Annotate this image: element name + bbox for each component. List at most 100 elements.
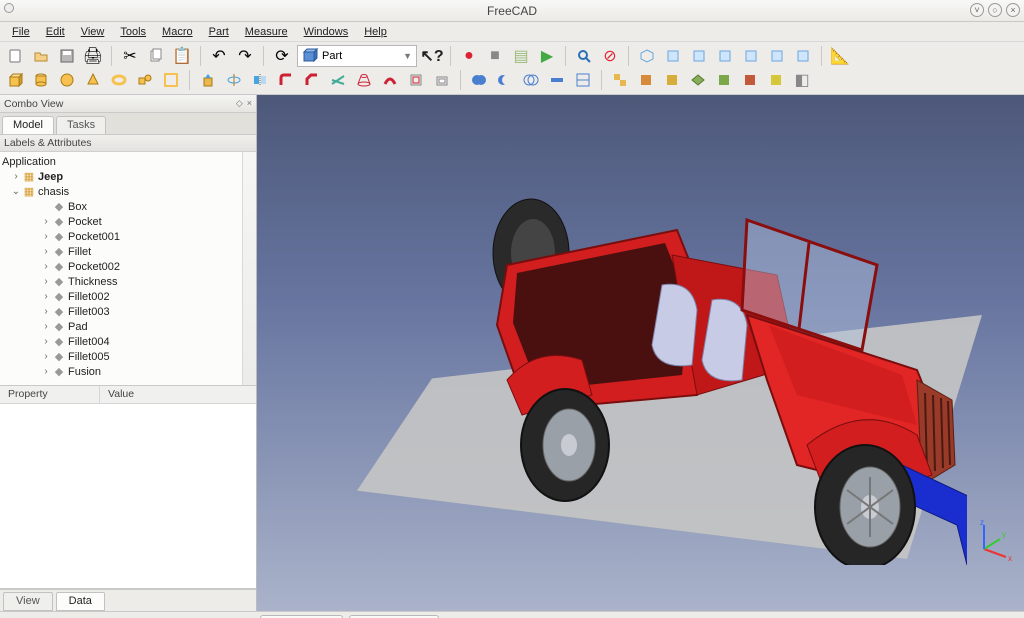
- tree-item[interactable]: ›◆Pocket001: [0, 229, 256, 244]
- view-top-icon[interactable]: [688, 45, 710, 67]
- boolean-fuse-icon[interactable]: [468, 69, 490, 91]
- import-icon[interactable]: [635, 69, 657, 91]
- 3d-viewport[interactable]: x y z: [257, 95, 1024, 611]
- appearance-icon[interactable]: ◧: [791, 69, 813, 91]
- tree-item[interactable]: ›◆Fillet005: [0, 349, 256, 364]
- menu-view[interactable]: View: [73, 26, 113, 38]
- model-tree[interactable]: Application ›▦Jeep ⌄▦chasis ◆Box ›◆Pocke…: [0, 152, 256, 386]
- print-icon[interactable]: 🖨: [82, 45, 104, 67]
- part-primitives-icon[interactable]: [134, 69, 156, 91]
- menu-measure[interactable]: Measure: [237, 26, 296, 38]
- part-box-icon[interactable]: [4, 69, 26, 91]
- boolean-cut-icon[interactable]: [494, 69, 516, 91]
- doc-tab-chasis[interactable]: ⬣ chasis : 1 ×: [349, 615, 439, 618]
- section-icon[interactable]: [546, 69, 568, 91]
- macro-play-icon[interactable]: ▶: [536, 45, 558, 67]
- tree-doc-chasis[interactable]: ⌄▦chasis: [0, 184, 256, 199]
- export-icon[interactable]: [661, 69, 683, 91]
- shape-from-mesh-icon[interactable]: [687, 69, 709, 91]
- copy-icon[interactable]: [145, 45, 167, 67]
- menu-edit[interactable]: Edit: [38, 26, 73, 38]
- property-grid[interactable]: [0, 404, 256, 589]
- measure-icon[interactable]: 📐: [829, 45, 851, 67]
- property-panel: Property Value View Data: [0, 386, 256, 611]
- panel-undock-icon[interactable]: ◇: [236, 98, 243, 109]
- tree-item[interactable]: ›◆Pad: [0, 319, 256, 334]
- view-right-icon[interactable]: [714, 45, 736, 67]
- thickness-icon[interactable]: [431, 69, 453, 91]
- part-torus-icon[interactable]: [108, 69, 130, 91]
- fillet-icon[interactable]: [275, 69, 297, 91]
- part-cone-icon[interactable]: [82, 69, 104, 91]
- extrude-icon[interactable]: [197, 69, 219, 91]
- help-icon[interactable]: ↖?: [421, 45, 443, 67]
- view-front-icon[interactable]: [662, 45, 684, 67]
- tree-item[interactable]: ›◆Pocket002: [0, 259, 256, 274]
- revolve-icon[interactable]: [223, 69, 245, 91]
- toolbars: 🖨 ✂ 📋 ↶ ↷ ⟳ Part ▼ ↖? ● ■ ▤ ▶ ⊘ 📐: [0, 42, 1024, 95]
- paste-icon[interactable]: 📋: [171, 45, 193, 67]
- tab-model[interactable]: Model: [2, 116, 54, 134]
- tree-item[interactable]: ›◆Fillet002: [0, 289, 256, 304]
- macro-list-icon[interactable]: ▤: [510, 45, 532, 67]
- tree-item[interactable]: ›◆Fillet003: [0, 304, 256, 319]
- check-geometry-icon[interactable]: [765, 69, 787, 91]
- tab-tasks[interactable]: Tasks: [56, 116, 106, 134]
- chamfer-icon[interactable]: [301, 69, 323, 91]
- close-button[interactable]: ×: [1006, 3, 1020, 17]
- tab-view[interactable]: View: [3, 592, 53, 611]
- new-icon[interactable]: [4, 45, 26, 67]
- fit-view-icon[interactable]: [573, 45, 595, 67]
- model-jeep: [447, 165, 967, 565]
- boolean-common-icon[interactable]: [520, 69, 542, 91]
- compound-icon[interactable]: [609, 69, 631, 91]
- menu-windows[interactable]: Windows: [296, 26, 357, 38]
- tree-item[interactable]: ›◆Fillet: [0, 244, 256, 259]
- tree-item[interactable]: ›◆Thickness: [0, 274, 256, 289]
- chevron-down-icon: ▼: [403, 51, 412, 61]
- tree-scrollbar[interactable]: [242, 152, 256, 385]
- cross-sections-icon[interactable]: [572, 69, 594, 91]
- tree-item[interactable]: ›◆Fillet004: [0, 334, 256, 349]
- labels-attributes-header: Labels & Attributes: [0, 135, 256, 152]
- part-builder-icon[interactable]: [160, 69, 182, 91]
- open-icon[interactable]: [30, 45, 52, 67]
- macro-record-icon[interactable]: ●: [458, 45, 480, 67]
- refresh-icon[interactable]: ⟳: [271, 45, 293, 67]
- tree-item[interactable]: ›◆Fusion: [0, 364, 256, 379]
- redo-icon[interactable]: ↷: [234, 45, 256, 67]
- maximize-button[interactable]: ○: [988, 3, 1002, 17]
- menu-tools[interactable]: Tools: [112, 26, 154, 38]
- part-sphere-icon[interactable]: [56, 69, 78, 91]
- save-icon[interactable]: [56, 45, 78, 67]
- mirror-icon[interactable]: [249, 69, 271, 91]
- menu-file[interactable]: File: [4, 26, 38, 38]
- ruled-surface-icon[interactable]: [327, 69, 349, 91]
- tab-data[interactable]: Data: [56, 592, 105, 611]
- menu-macro[interactable]: Macro: [154, 26, 201, 38]
- doc-tab-jeep[interactable]: ⬣ Jeep : 1 ×: [260, 615, 343, 618]
- tree-item[interactable]: ›◆Pocket: [0, 214, 256, 229]
- menu-part[interactable]: Part: [201, 26, 237, 38]
- menu-help[interactable]: Help: [356, 26, 395, 38]
- view-iso-icon[interactable]: [636, 45, 658, 67]
- offset-icon[interactable]: [405, 69, 427, 91]
- tree-doc-jeep[interactable]: ›▦Jeep: [0, 169, 256, 184]
- tree-item[interactable]: ◆Box: [0, 199, 256, 214]
- minimize-button[interactable]: ˅: [970, 3, 984, 17]
- part-cylinder-icon[interactable]: [30, 69, 52, 91]
- macro-stop-icon[interactable]: ■: [484, 45, 506, 67]
- sweep-icon[interactable]: [379, 69, 401, 91]
- panel-close-icon[interactable]: ×: [247, 98, 252, 109]
- cut-icon[interactable]: ✂: [119, 45, 141, 67]
- undo-icon[interactable]: ↶: [208, 45, 230, 67]
- reverse-shapes-icon[interactable]: [739, 69, 761, 91]
- workbench-selector[interactable]: Part ▼: [297, 45, 417, 67]
- view-bottom-icon[interactable]: [766, 45, 788, 67]
- view-left-icon[interactable]: [792, 45, 814, 67]
- view-rear-icon[interactable]: [740, 45, 762, 67]
- convert-to-solid-icon[interactable]: [713, 69, 735, 91]
- loft-icon[interactable]: [353, 69, 375, 91]
- draw-style-icon[interactable]: ⊘: [599, 45, 621, 67]
- menubar: File Edit View Tools Macro Part Measure …: [0, 22, 1024, 42]
